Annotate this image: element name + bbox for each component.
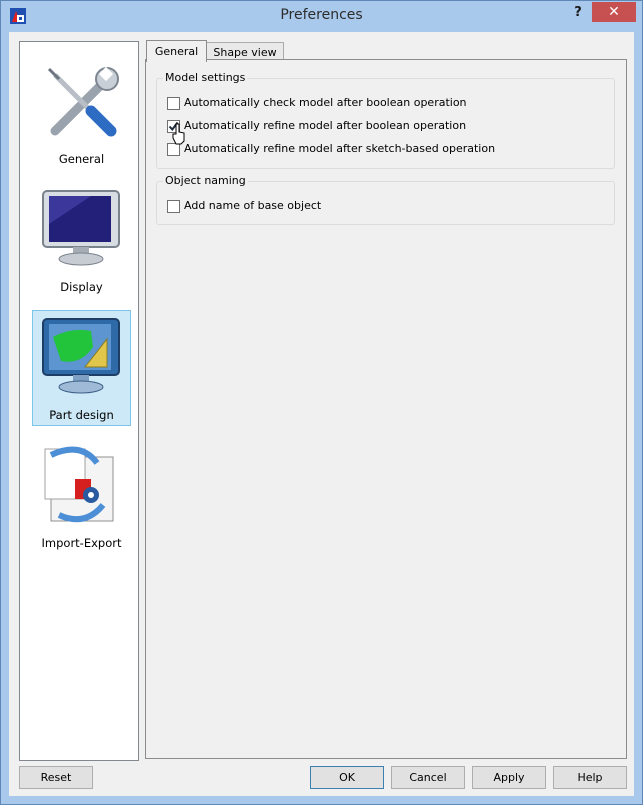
sidebar-item-label: Part design <box>49 408 114 422</box>
part-design-icon <box>42 318 120 394</box>
cancel-button[interactable]: Cancel <box>391 766 465 789</box>
dialog-client: General Display Part design Import-Expor… <box>9 32 634 796</box>
category-list[interactable]: General Display Part design Import-Expor… <box>19 41 139 761</box>
option-label: Automatically refine model after boolean… <box>184 119 467 132</box>
option-label: Add name of base object <box>184 199 322 212</box>
model-settings-group: Model settings Automatically check model… <box>156 71 615 169</box>
monitor-icon <box>42 190 120 266</box>
sidebar-item-label: General <box>58 152 105 166</box>
tab-general[interactable]: General <box>146 40 207 62</box>
tools-icon <box>47 66 119 137</box>
help-button[interactable]: Help <box>553 766 627 789</box>
close-button[interactable]: ✕ <box>592 2 636 22</box>
group-title: Object naming <box>163 174 248 187</box>
mouse-cursor-icon <box>172 123 185 145</box>
close-icon: ✕ <box>608 4 620 20</box>
checkbox[interactable] <box>167 97 180 110</box>
apply-button[interactable]: Apply <box>472 766 546 789</box>
sidebar-item-label: Import-Export <box>41 536 122 550</box>
sidebar-item-label: Display <box>60 280 103 294</box>
import-export-icon <box>44 446 114 523</box>
sidebar-item-import-export[interactable]: Import-Export <box>32 438 131 554</box>
window-title: Preferences <box>280 7 363 23</box>
preferences-window: Preferences ? ✕ General Display Part des… <box>0 0 643 805</box>
checkbox[interactable] <box>167 200 180 213</box>
general-tab-panel: Model settings Automatically check model… <box>145 59 627 759</box>
sidebar-item-display[interactable]: Display <box>32 182 131 298</box>
option-label: Automatically refine model after sketch-… <box>184 142 496 155</box>
reset-button[interactable]: Reset <box>19 766 93 789</box>
sidebar-item-part-design[interactable]: Part design <box>32 310 131 426</box>
sidebar-item-general[interactable]: General <box>32 54 131 170</box>
title-bar[interactable]: Preferences ? ✕ <box>1 1 642 32</box>
object-naming-group: Object naming Add name of base object <box>156 174 615 225</box>
option-label: Automatically check model after boolean … <box>184 96 467 109</box>
ok-button[interactable]: OK <box>310 766 384 789</box>
help-title-button[interactable]: ? <box>569 5 587 23</box>
group-title: Model settings <box>163 71 248 84</box>
